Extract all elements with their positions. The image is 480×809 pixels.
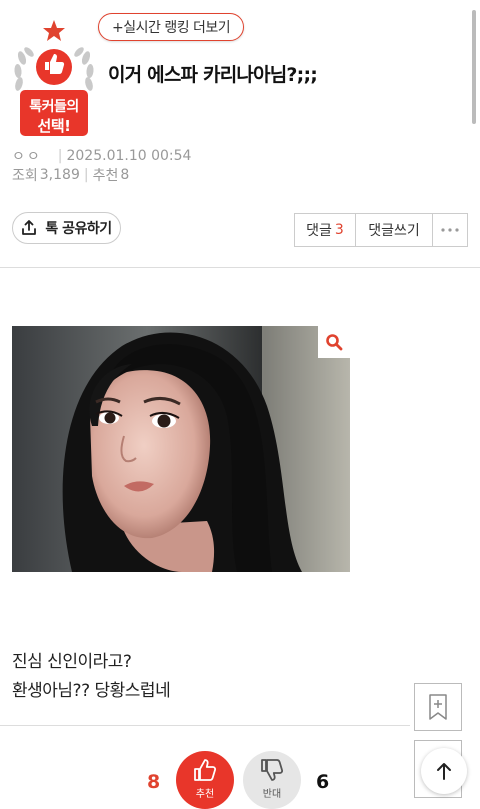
recommend-count: 8 bbox=[120, 167, 130, 183]
thumbs-up-icon bbox=[194, 759, 217, 781]
post-meta-stats: 조회 3,189 | 추천 8 bbox=[12, 167, 130, 184]
scrollbar[interactable] bbox=[472, 10, 476, 124]
zoom-image-button[interactable] bbox=[318, 326, 350, 358]
search-icon bbox=[326, 334, 343, 351]
bookmark-button[interactable] bbox=[414, 683, 462, 731]
comment-button-group: 댓글 3 댓글쓰기 bbox=[294, 213, 468, 247]
arrow-up-icon bbox=[437, 763, 451, 780]
more-button[interactable] bbox=[433, 214, 467, 246]
content-divider bbox=[0, 725, 410, 726]
author-name: ㅇㅇ bbox=[12, 149, 42, 165]
badge-text-line1: 톡커들의 bbox=[29, 99, 79, 115]
recommend-label: 추천 bbox=[92, 168, 119, 184]
scroll-to-top-button[interactable] bbox=[421, 748, 467, 794]
comments-count: 3 bbox=[334, 222, 344, 238]
downvote-button[interactable]: 반대 bbox=[243, 751, 301, 809]
post-body: 진심 신인이라고? 환생아님?? 당황스럽네 bbox=[12, 648, 171, 706]
upvote-button[interactable]: 추천 bbox=[176, 751, 234, 809]
post-body-line1: 진심 신인이라고? bbox=[12, 652, 132, 672]
views-label: 조회 bbox=[12, 168, 38, 184]
bookmark-add-icon bbox=[429, 694, 447, 720]
section-divider bbox=[0, 267, 480, 268]
comments-button[interactable]: 댓글 3 bbox=[295, 214, 356, 246]
downvote-count: 6 bbox=[316, 771, 330, 793]
post-body-line2: 환생아님?? 당황스럽네 bbox=[12, 681, 171, 701]
post-meta-author-date: ㅇㅇ | 2025.01.10 00:54 bbox=[12, 148, 192, 165]
share-icon bbox=[22, 220, 37, 235]
post-image[interactable] bbox=[12, 326, 350, 572]
post-date: 2025.01.10 00:54 bbox=[66, 148, 192, 164]
share-button[interactable]: 톡 공유하기 bbox=[12, 212, 121, 244]
share-label: 톡 공유하기 bbox=[45, 221, 112, 237]
write-comment-button[interactable]: 댓글쓰기 bbox=[356, 214, 433, 246]
post-title: 이거 에스파 카리나아님?;;; bbox=[108, 64, 318, 86]
more-icon bbox=[441, 228, 459, 232]
upvote-count: 8 bbox=[147, 771, 161, 793]
views-count: 3,189 bbox=[39, 167, 80, 183]
badge-text-line2: 선택! bbox=[37, 117, 71, 135]
comments-label: 댓글 bbox=[306, 223, 332, 239]
toker-choice-badge: 톡커들의 선택! bbox=[12, 18, 96, 138]
ranking-more-link[interactable]: +실시간 랭킹 더보기 bbox=[98, 13, 245, 41]
post-photo bbox=[12, 326, 350, 572]
thumbs-down-icon bbox=[261, 759, 284, 781]
